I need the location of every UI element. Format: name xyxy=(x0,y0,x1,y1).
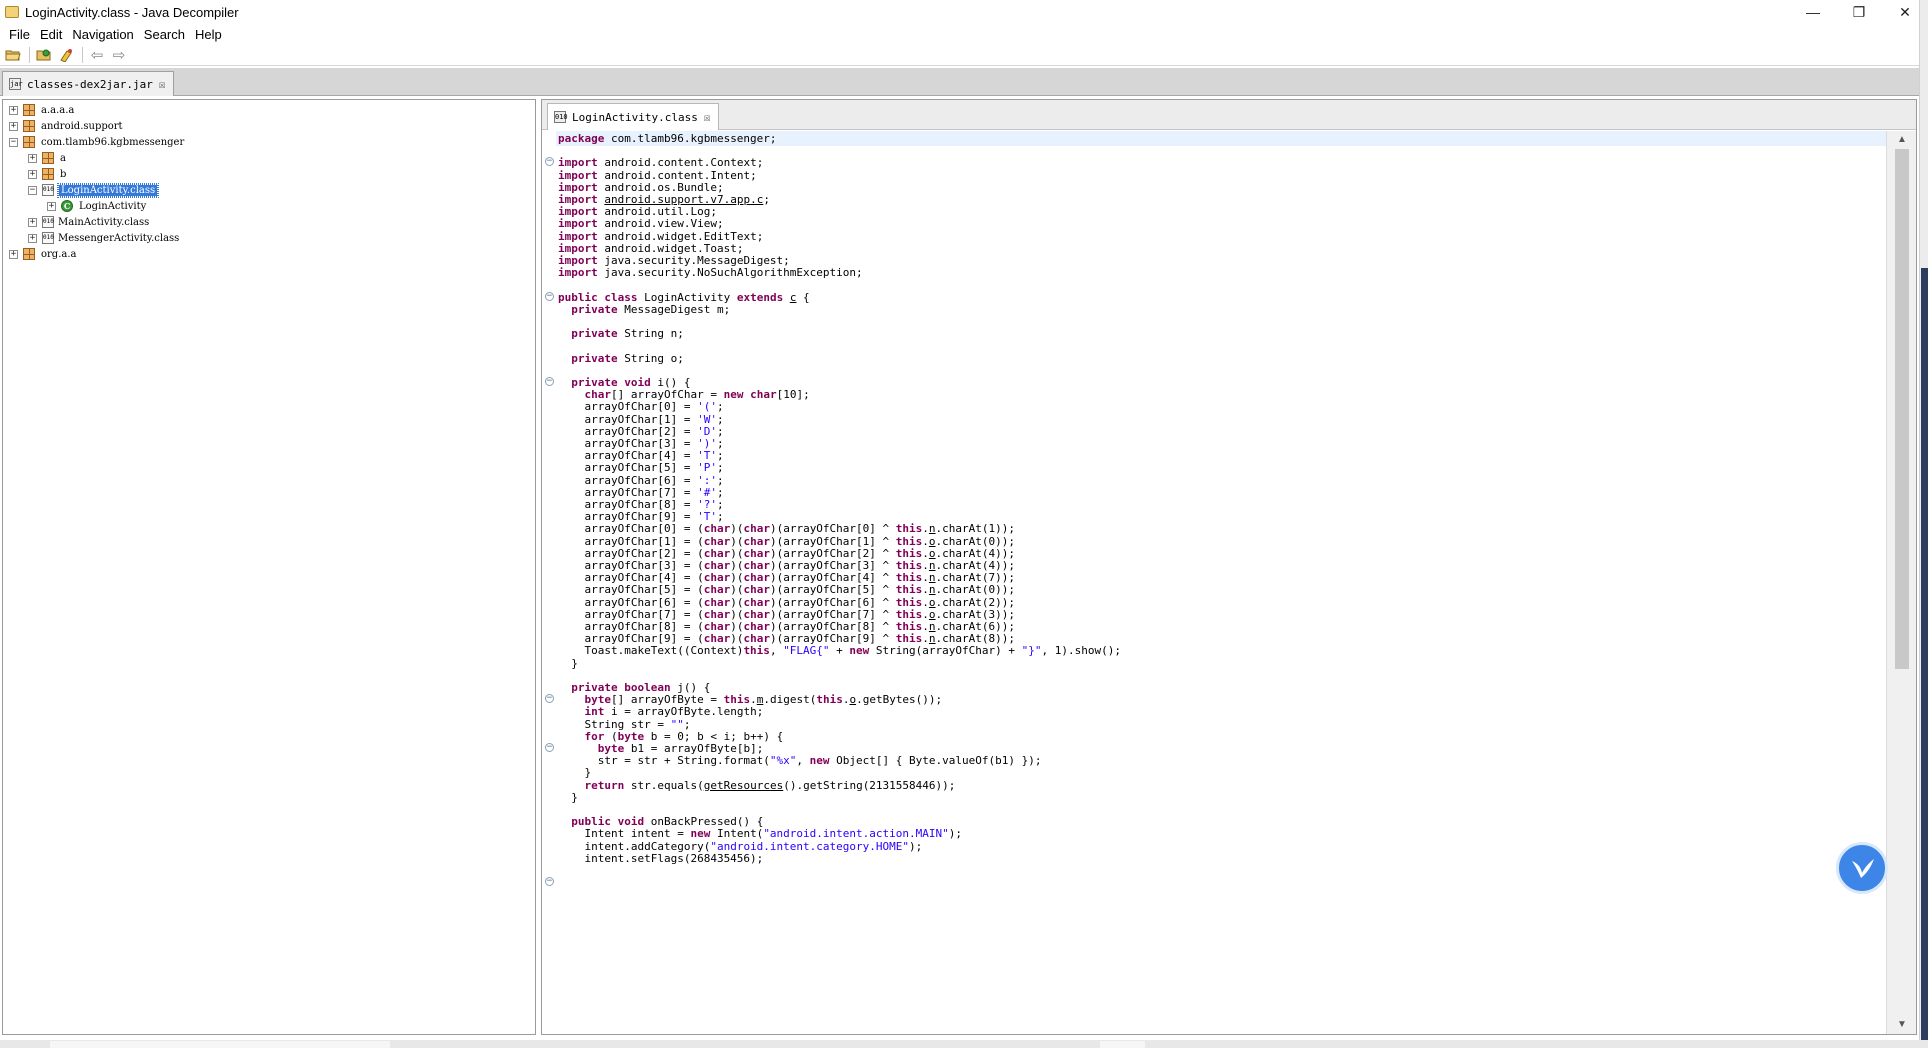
floating-bird-icon[interactable] xyxy=(1836,842,1888,894)
code-line: Toast.makeText((Context)this, "FLAG{" + … xyxy=(558,644,1121,658)
tab-login-activity[interactable]: 010 LoginActivity.class ☒ xyxy=(547,103,720,130)
code-line: package com.tlamb96.kgbmessenger; xyxy=(558,132,777,145)
code-line: private MessageDigest m; xyxy=(571,302,731,316)
expand-icon[interactable]: + xyxy=(28,153,37,163)
class-file-icon: 010 xyxy=(42,184,54,196)
menu-file[interactable]: File xyxy=(4,27,35,42)
expand-icon[interactable]: + xyxy=(9,249,18,259)
tree-node-label: android.support xyxy=(41,120,123,132)
class-icon: C xyxy=(61,200,73,212)
code-line: return str.equals(getResources().getStri… xyxy=(584,778,956,792)
tree-node[interactable]: + a xyxy=(28,150,66,166)
taskbar-segment xyxy=(1100,1041,1145,1048)
tree-node[interactable]: + C LoginActivity xyxy=(47,198,146,214)
tree-node[interactable]: −010 LoginActivity.class xyxy=(28,182,160,198)
minimize-button[interactable]: — xyxy=(1790,0,1836,24)
tab-label: classes-dex2jar.jar xyxy=(27,77,153,91)
tab-close-icon[interactable]: ☒ xyxy=(159,78,166,91)
package-icon xyxy=(23,248,35,260)
tree-node-label: com.tlamb96.kgbmessenger xyxy=(41,136,185,148)
file-tab-bar: jar classes-dex2jar.jar ☒ xyxy=(0,68,1928,96)
collapse-icon[interactable]: − xyxy=(28,185,37,195)
code-line: private String n; xyxy=(571,327,684,341)
back-icon[interactable]: ⇦ xyxy=(87,46,107,64)
editor-tab-bar: 010 LoginActivity.class ☒ xyxy=(542,100,1916,130)
tab-close-icon[interactable]: ☒ xyxy=(704,111,711,124)
code-line: intent.setFlags(268435456); xyxy=(558,851,764,865)
title-bar: LoginActivity.class - Java Decompiler — … xyxy=(0,0,1928,24)
desktop-edge xyxy=(1921,268,1928,1048)
expand-icon[interactable]: + xyxy=(28,217,37,227)
tree-node[interactable]: +010 MainActivity.class xyxy=(28,214,149,230)
expand-icon[interactable]: + xyxy=(9,121,18,131)
tree-node[interactable]: + a.a.a.a xyxy=(9,102,74,118)
tree-node[interactable]: + org.a.a xyxy=(9,246,76,262)
tree-node[interactable]: − com.tlamb96.kgbmessenger xyxy=(9,134,184,150)
menu-bar: File Edit Navigation Search Help xyxy=(0,24,1928,44)
toolbar-separator xyxy=(29,46,30,63)
taskbar-segment xyxy=(50,1041,390,1048)
tree-node-label: LoginActivity.class xyxy=(56,182,160,198)
tab-label: LoginActivity.class xyxy=(572,110,698,124)
code-line: } xyxy=(558,656,578,670)
collapse-icon[interactable]: − xyxy=(9,137,18,147)
open-file-icon[interactable] xyxy=(3,46,23,64)
tree-node-label: a xyxy=(60,152,66,164)
editor-panel: 010 LoginActivity.class ☒ − − − − − − package… xyxy=(541,99,1917,1035)
class-file-icon: 010 xyxy=(42,216,54,228)
fold-toggle-icon[interactable]: − xyxy=(545,157,554,167)
open-type-hierarchy-icon[interactable] xyxy=(56,46,76,64)
package-icon xyxy=(23,136,35,148)
window-controls: — ❐ ✕ xyxy=(1790,0,1928,24)
code-line: import java.security.NoSuchAlgorithmExce… xyxy=(558,266,863,280)
open-type-icon[interactable] xyxy=(34,46,54,64)
package-tree[interactable]: + a.a.a.a + android.support − com.tlamb96.kgb… xyxy=(2,99,536,1035)
tree-node-label: a.a.a.a xyxy=(41,104,75,116)
class-file-icon: 010 xyxy=(554,111,568,123)
fold-gutter: − − − − − − xyxy=(542,131,556,1034)
code-line: private String o; xyxy=(571,351,684,365)
restore-button[interactable]: ❐ xyxy=(1836,0,1882,24)
fold-toggle-icon[interactable]: − xyxy=(545,377,554,386)
scroll-up-icon[interactable]: ▲ xyxy=(1895,133,1909,147)
tree-node-label: b xyxy=(60,168,67,180)
fold-toggle-icon[interactable]: − xyxy=(545,877,554,887)
tree-node[interactable]: + android.support xyxy=(9,118,123,134)
tree-node-label: MainActivity.class xyxy=(58,216,150,228)
tree-node-label: LoginActivity xyxy=(79,200,147,212)
fold-toggle-icon[interactable]: − xyxy=(545,291,554,301)
menu-navigation[interactable]: Navigation xyxy=(67,27,138,42)
code-line: } xyxy=(558,790,578,804)
expand-icon[interactable]: + xyxy=(47,201,56,211)
package-icon xyxy=(23,104,35,116)
code-line: str = str + String.format("%x", new Obje… xyxy=(558,754,1042,768)
fold-toggle-icon[interactable]: − xyxy=(545,743,554,752)
tab-classes-dex2jar[interactable]: jar classes-dex2jar.jar ☒ xyxy=(2,71,175,96)
toolbar: ⇦ ⇨ xyxy=(0,44,1928,66)
fold-toggle-icon[interactable]: − xyxy=(545,694,554,704)
class-file-icon: 010 xyxy=(42,232,54,244)
menu-edit[interactable]: Edit xyxy=(35,27,67,42)
tree-node[interactable]: + b xyxy=(28,166,66,182)
package-icon xyxy=(23,120,35,132)
code-view[interactable]: − − − − − − package com.tlamb96.kgbmessenger;… xyxy=(542,131,1887,1034)
tree-node-label: MessengerActivity.class xyxy=(58,232,180,244)
expand-icon[interactable]: + xyxy=(28,169,37,179)
vertical-scrollbar[interactable]: ▲ ▼ xyxy=(1886,131,1916,1034)
expand-icon[interactable]: + xyxy=(28,233,37,243)
forward-icon[interactable]: ⇨ xyxy=(109,46,129,64)
package-icon xyxy=(42,168,54,180)
tree-node[interactable]: +010 MessengerActivity.class xyxy=(28,230,179,246)
menu-help[interactable]: Help xyxy=(190,27,227,42)
tree-node-label: org.a.a xyxy=(41,248,77,260)
scroll-down-icon[interactable]: ▼ xyxy=(1895,1018,1909,1032)
menu-search[interactable]: Search xyxy=(139,27,190,42)
expand-icon[interactable]: + xyxy=(9,105,18,115)
scroll-thumb[interactable] xyxy=(1895,149,1909,669)
app-icon xyxy=(5,6,19,18)
jar-file-icon: jar xyxy=(9,78,23,90)
window-title: LoginActivity.class - Java Decompiler xyxy=(25,4,239,20)
package-icon xyxy=(42,152,54,164)
toolbar-separator xyxy=(82,46,83,63)
